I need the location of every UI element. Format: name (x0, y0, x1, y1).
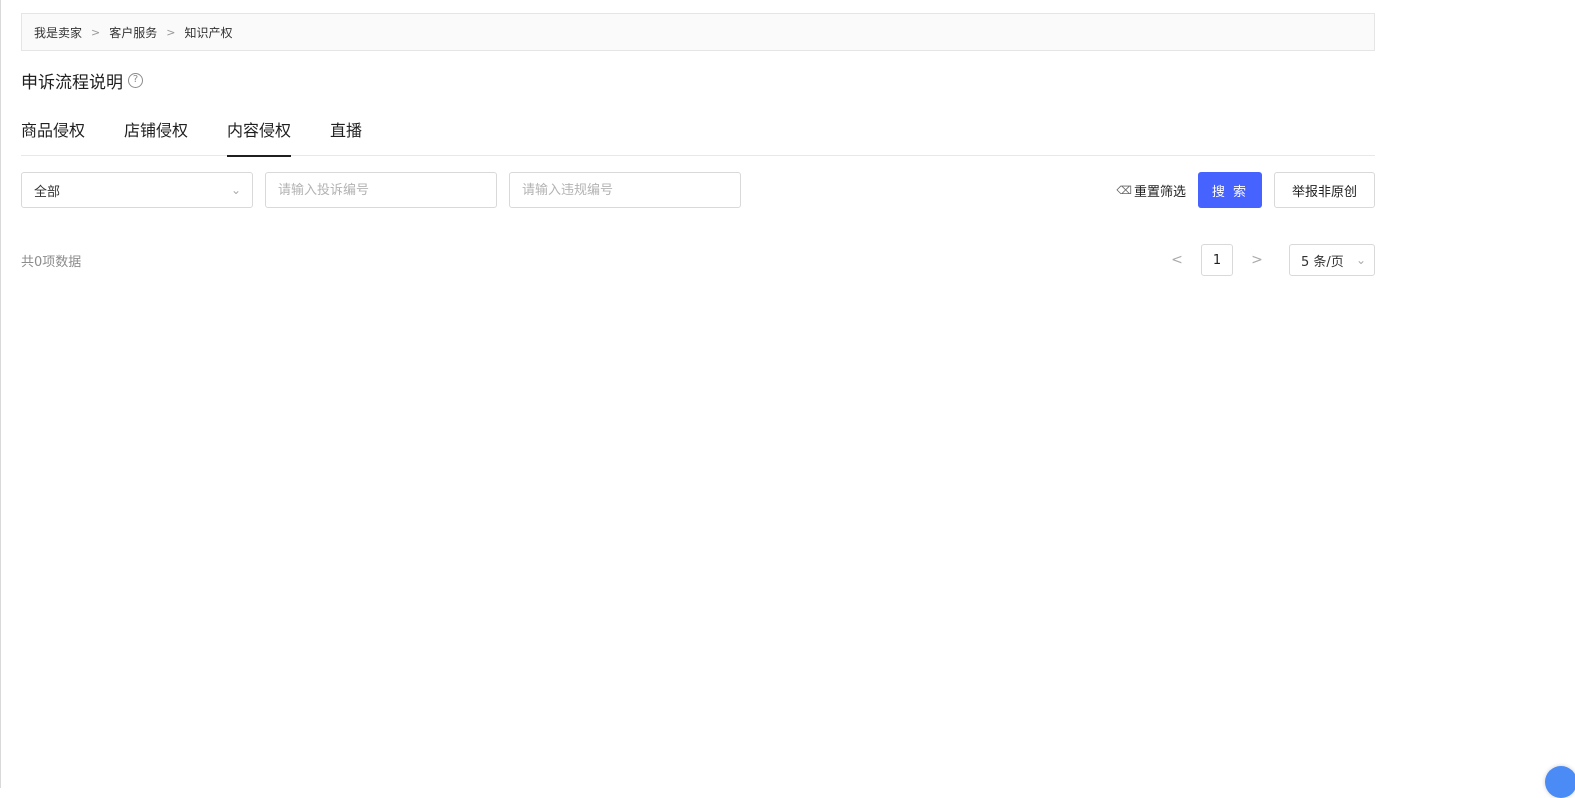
main-container: 我是卖家 > 客户服务 > 知识产权 申诉流程说明 ? 商品侵权 店铺侵权 内容… (21, 13, 1375, 276)
chevron-down-icon: ⌄ (1356, 253, 1366, 267)
title-row: 申诉流程说明 ? (21, 69, 1375, 91)
filter-actions: ⌫ 重置筛选 搜 索 举报非原创 (1116, 172, 1375, 208)
breadcrumb-item-customer-service[interactable]: 客户服务 (109, 24, 157, 41)
tab-content-infringement[interactable]: 内容侵权 (227, 111, 291, 156)
tab-bar: 商品侵权 店铺侵权 内容侵权 直播 (21, 111, 1375, 156)
next-page-icon[interactable]: > (1241, 244, 1273, 276)
page-title: 申诉流程说明 (21, 68, 123, 93)
assistant-float-icon[interactable] (1545, 766, 1575, 798)
pagination-row: 共0项数据 < 1 > 5 条/页 ⌄ (21, 244, 1375, 276)
breadcrumb: 我是卖家 > 客户服务 > 知识产权 (21, 13, 1375, 51)
page-size-value: 5 条/页 (1301, 251, 1344, 270)
tab-live-stream[interactable]: 直播 (330, 111, 362, 156)
eraser-icon: ⌫ (1116, 184, 1132, 197)
tab-store-infringement[interactable]: 店铺侵权 (124, 111, 188, 156)
reset-filter-button[interactable]: ⌫ 重置筛选 (1116, 181, 1186, 200)
breadcrumb-separator: > (91, 26, 100, 39)
violation-number-input[interactable] (509, 172, 741, 208)
total-count: 共0项数据 (21, 251, 81, 270)
filter-bar: 全部 ⌄ ⌫ 重置筛选 搜 索 举报非原创 (21, 172, 1375, 208)
prev-page-icon[interactable]: < (1161, 244, 1193, 276)
breadcrumb-separator: > (166, 26, 175, 39)
reset-filter-label: 重置筛选 (1134, 181, 1186, 200)
breadcrumb-item-ip: 知识产权 (184, 24, 232, 41)
pagination: < 1 > 5 条/页 ⌄ (1161, 244, 1375, 276)
breadcrumb-item-seller[interactable]: 我是卖家 (34, 24, 82, 41)
page-size-select[interactable]: 5 条/页 ⌄ (1289, 244, 1375, 276)
window-left-border (0, 0, 1, 788)
complaint-number-input[interactable] (265, 172, 497, 208)
status-select-value: 全部 (34, 181, 60, 200)
chevron-down-icon: ⌄ (231, 183, 241, 197)
report-non-original-button[interactable]: 举报非原创 (1274, 172, 1375, 208)
tab-product-infringement[interactable]: 商品侵权 (21, 111, 85, 156)
page-number[interactable]: 1 (1201, 244, 1233, 276)
help-icon[interactable]: ? (128, 73, 143, 88)
status-select[interactable]: 全部 ⌄ (21, 172, 253, 208)
search-button[interactable]: 搜 索 (1198, 172, 1262, 208)
